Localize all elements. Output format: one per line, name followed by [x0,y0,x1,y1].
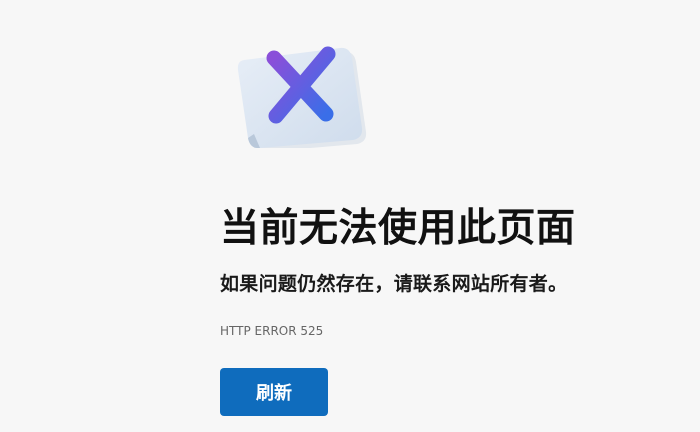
refresh-button[interactable]: 刷新 [220,368,328,416]
error-page-icon [232,38,368,148]
page-subtitle: 如果问题仍然存在，请联系网站所有者。 [220,273,568,295]
error-code: HTTP ERROR 525 [220,324,324,338]
page-title: 当前无法使用此页面 [220,206,576,251]
